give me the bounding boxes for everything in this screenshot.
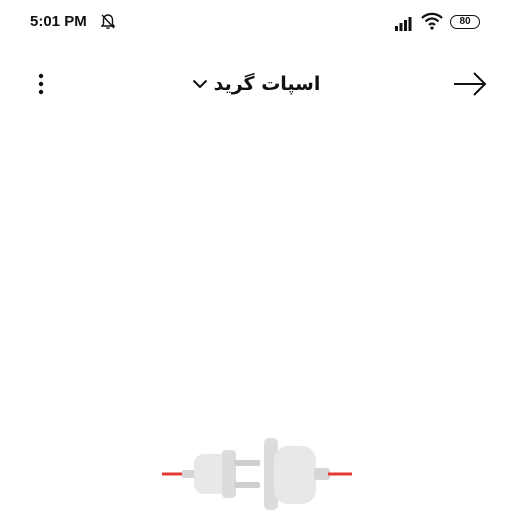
signal-icon xyxy=(395,15,415,35)
status-time: 5:01 PM xyxy=(30,13,87,30)
page-title: اسپات گرید xyxy=(213,73,321,95)
wifi-icon xyxy=(421,12,443,34)
more-vert-icon[interactable] xyxy=(26,70,56,100)
app-toolbar: اسپات گرید xyxy=(0,58,512,110)
disconnected-plug-illustration xyxy=(156,432,356,512)
chevron-down-icon xyxy=(192,75,208,94)
status-bar: 5:01 PM 80 xyxy=(0,0,512,44)
bell-off-icon xyxy=(100,13,116,34)
title-dropdown[interactable]: اسپات گرید xyxy=(150,68,362,100)
arrow-right-icon[interactable] xyxy=(450,68,490,100)
battery-icon: 80 xyxy=(450,15,480,29)
